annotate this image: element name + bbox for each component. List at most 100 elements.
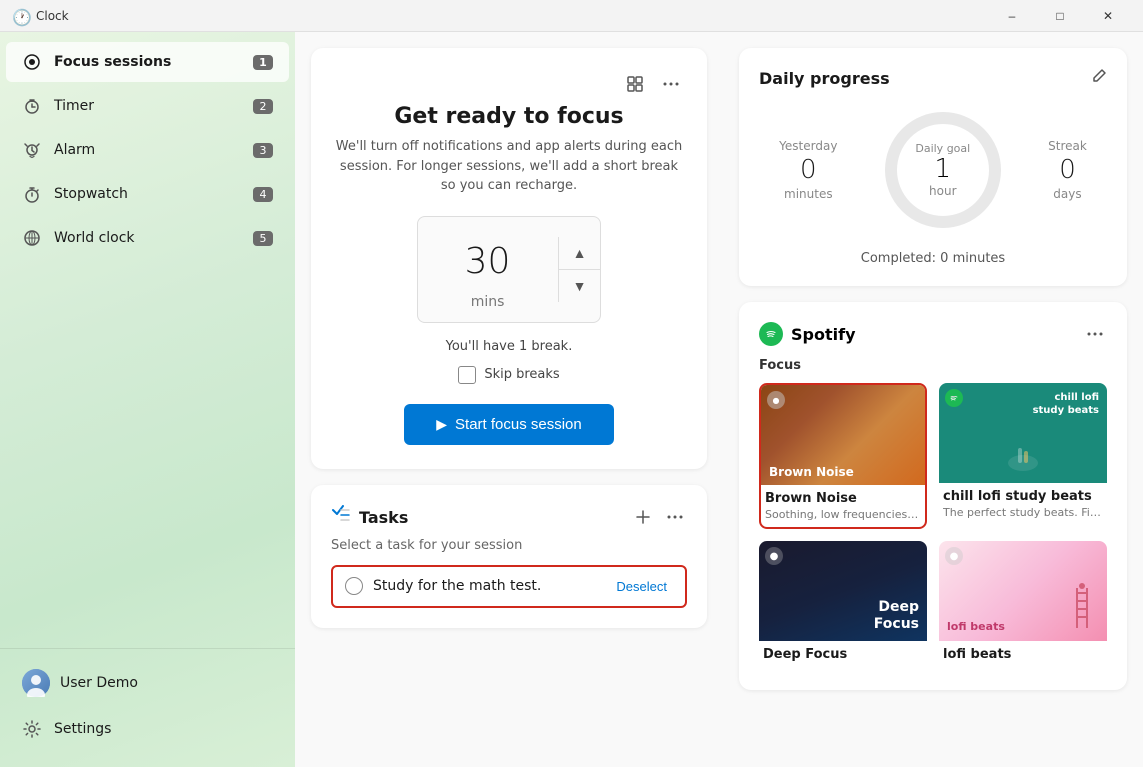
skip-breaks-checkbox[interactable] [458, 366, 476, 384]
app-icon: 🕐 [12, 8, 28, 24]
tasks-card: Tasks [311, 485, 707, 628]
stopwatch-label: Stopwatch [54, 186, 253, 202]
sidebar-item-world-clock[interactable]: World clock 5 [6, 218, 289, 258]
progress-stats: Yesterday 0 minutes Daily goal 1 hour [759, 105, 1107, 235]
start-button-label: Start focus session [455, 416, 582, 433]
spotify-header: Spotify [759, 322, 1107, 346]
minimize-button[interactable]: – [989, 0, 1035, 32]
start-focus-button[interactable]: ▶ Start focus session [404, 404, 614, 445]
goal-unit: hour [929, 184, 957, 198]
alarm-icon [22, 140, 42, 160]
streak-unit: days [1053, 187, 1081, 201]
user-name: User Demo [60, 675, 138, 691]
window-controls: – □ ✕ [989, 0, 1131, 32]
app-body: Focus sessions 1 Timer 2 [0, 32, 1143, 767]
chill-lofi-thumb-text: chill lofistudy beats [1033, 391, 1099, 417]
music-item-brown-noise[interactable]: ● Brown Noise Brown Noise Soothing, low … [759, 383, 927, 529]
break-info: You'll have 1 break. [335, 339, 683, 354]
settings-icon [22, 719, 42, 739]
brown-noise-name: Brown Noise [765, 491, 921, 506]
yesterday-label: Yesterday [779, 139, 837, 153]
time-decrease-button[interactable]: ▼ [559, 270, 601, 302]
brown-noise-thumb-label: Brown Noise [769, 465, 854, 479]
skip-breaks: Skip breaks [335, 366, 683, 384]
time-increase-button[interactable]: ▲ [559, 237, 601, 270]
deep-focus-name: Deep Focus [763, 647, 923, 662]
sidebar-item-timer[interactable]: Timer 2 [6, 86, 289, 126]
music-grid: ● Brown Noise Brown Noise Soothing, low … [759, 383, 1107, 670]
completed-text: Completed: 0 minutes [759, 251, 1107, 266]
progress-title: Daily progress [759, 69, 1091, 88]
music-item-lofi-beats[interactable]: ● [939, 541, 1107, 670]
tasks-title: Tasks [359, 508, 631, 527]
right-panel: Daily progress Yesterday 0 minutes [723, 32, 1143, 767]
main-content: Get ready to focus We'll turn off notifi… [295, 32, 1143, 767]
task-radio[interactable] [345, 577, 363, 595]
sidebar-item-focus-sessions[interactable]: Focus sessions 1 [6, 42, 289, 82]
sidebar-item-stopwatch[interactable]: Stopwatch 4 [6, 174, 289, 214]
chill-lofi-name: chill lofi study beats [943, 489, 1103, 504]
spotify-title: Spotify [791, 325, 1083, 344]
music-item-deep-focus[interactable]: ● DeepFocus Deep Focus [759, 541, 927, 670]
close-button[interactable]: ✕ [1085, 0, 1131, 32]
time-arrows: ▲ ▼ [558, 237, 601, 302]
stopwatch-icon [22, 184, 42, 204]
spotify-more-button[interactable] [1083, 328, 1107, 340]
time-unit: mins [471, 294, 505, 310]
lofi-beats-indicator: ● [945, 547, 963, 565]
app-title: Clock [36, 9, 989, 23]
center-panel: Get ready to focus We'll turn off notifi… [295, 32, 723, 767]
timer-icon [22, 96, 42, 116]
user-profile[interactable]: User Demo [6, 659, 289, 707]
focus-description: We'll turn off notifications and app ale… [335, 137, 683, 196]
task-item: Study for the math test. Deselect [331, 565, 687, 608]
tasks-actions [631, 505, 687, 529]
sidebar-item-alarm[interactable]: Alarm 3 [6, 130, 289, 170]
deep-focus-indicator: ● [765, 547, 783, 565]
focus-card: Get ready to focus We'll turn off notifi… [311, 48, 707, 469]
brown-noise-info: Brown Noise Soothing, low frequencies fo… [761, 485, 925, 527]
lofi-beats-thumbnail: ● [939, 541, 1107, 641]
task-name: Study for the math test. [373, 578, 610, 594]
time-display-wrapper: 30 mins ▲ ▼ [417, 216, 602, 323]
timer-badge: 2 [253, 99, 273, 114]
yesterday-stat: Yesterday 0 minutes [779, 139, 837, 201]
focus-sessions-label: Focus sessions [54, 54, 253, 70]
deep-focus-info: Deep Focus [759, 641, 927, 670]
title-bar: 🕐 Clock – □ ✕ [0, 0, 1143, 32]
donut-chart: Daily goal 1 hour [878, 105, 1008, 235]
chill-lofi-info: chill lofi study beats The perfect study… [939, 483, 1107, 525]
world-clock-label: World clock [54, 230, 253, 246]
music-item-chill-lofi[interactable]: chill lofistudy beats ch [939, 383, 1107, 529]
lofi-beats-decoration [1067, 583, 1097, 637]
tasks-icon [331, 505, 351, 530]
brown-noise-indicator: ● [767, 391, 785, 409]
skip-breaks-label[interactable]: Skip breaks [484, 367, 559, 382]
yesterday-value: 0 [800, 155, 817, 185]
more-options-button[interactable] [659, 78, 683, 90]
avatar [22, 669, 50, 697]
brown-noise-thumbnail: ● Brown Noise [761, 385, 925, 485]
tasks-header: Tasks [331, 505, 687, 530]
lofi-beats-thumb-text: lofi beats [947, 620, 1005, 633]
progress-header: Daily progress [759, 68, 1107, 89]
streak-label: Streak [1048, 139, 1087, 153]
chill-lofi-thumbnail: chill lofistudy beats [939, 383, 1107, 483]
tasks-more-button[interactable] [663, 505, 687, 529]
chill-lofi-spotify-badge [945, 389, 963, 407]
world-clock-icon [22, 228, 42, 248]
maximize-button[interactable]: □ [1037, 0, 1083, 32]
time-display: 30 [438, 229, 538, 294]
deselect-button[interactable]: Deselect [610, 577, 673, 596]
add-task-button[interactable] [631, 505, 655, 529]
settings-item[interactable]: Settings [6, 709, 289, 749]
compact-view-button[interactable] [623, 72, 647, 96]
world-clock-badge: 5 [253, 231, 273, 246]
chill-lofi-desc: The perfect study beats. Find your... [943, 506, 1103, 519]
deep-focus-thumbnail: ● DeepFocus [759, 541, 927, 641]
yesterday-unit: minutes [784, 187, 833, 201]
donut-center: Daily goal 1 hour [915, 142, 970, 198]
streak-stat: Streak 0 days [1048, 139, 1087, 201]
edit-progress-button[interactable] [1091, 68, 1107, 89]
spotify-card: Spotify Focus ● B [739, 302, 1127, 690]
